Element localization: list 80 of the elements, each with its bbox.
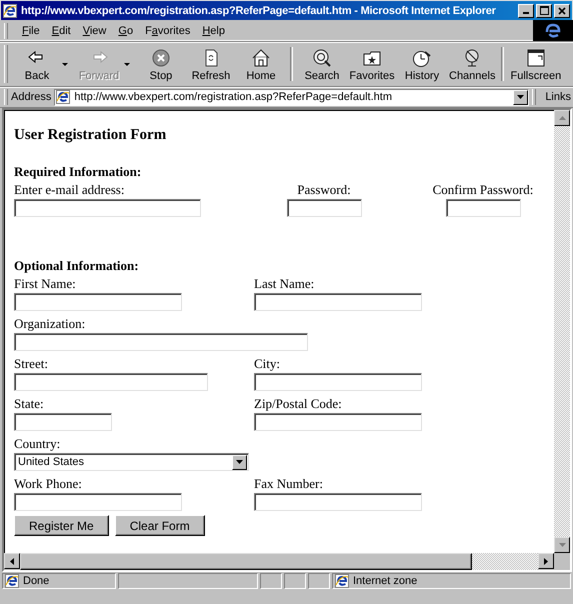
fullscreen-button[interactable]: Fullscreen — [508, 43, 564, 85]
clear-button[interactable]: Clear Form — [114, 515, 205, 536]
links-button[interactable]: Links — [539, 91, 573, 103]
scroll-left-button[interactable] — [4, 553, 20, 569]
up-arrow-icon — [558, 116, 566, 120]
input-field[interactable] — [14, 413, 112, 431]
field-label: Organization: — [14, 316, 86, 332]
page-icon — [5, 574, 19, 588]
field-label: Work Phone: — [14, 476, 82, 492]
scroll-right-button[interactable] — [538, 553, 554, 569]
menu-item[interactable]: File — [16, 22, 46, 38]
globe-icon — [335, 574, 349, 588]
search-button[interactable]: Search — [297, 43, 347, 85]
scrollbar-corner — [554, 553, 570, 570]
field-label: Zip/Postal Code: — [254, 396, 342, 412]
input-field[interactable] — [446, 199, 520, 217]
channels-button[interactable]: Channels — [447, 43, 498, 85]
address-field[interactable]: http://www.vbexpert.com/registration.asp?ReferPage=default.htm — [54, 88, 530, 106]
back-button[interactable]: Back — [12, 43, 62, 85]
section-heading: Optional Information: — [14, 258, 140, 274]
field-label: Last Name: — [254, 276, 314, 292]
scroll-down-button[interactable] — [554, 537, 570, 553]
scroll-up-button[interactable] — [554, 110, 570, 126]
browser-logo — [533, 20, 573, 41]
page-icon — [56, 90, 70, 104]
field-label: Fax Number: — [254, 476, 323, 492]
field-label: Country: — [14, 436, 60, 452]
close-icon — [558, 6, 566, 14]
maximize-icon — [540, 6, 548, 15]
down-arrow-icon — [558, 543, 566, 547]
menu-item[interactable]: Go — [112, 22, 140, 38]
close-button[interactable] — [554, 4, 570, 18]
input-field[interactable] — [254, 373, 422, 391]
section-heading: Required Information: — [14, 164, 142, 180]
form-heading: User Registration Form — [14, 127, 168, 144]
field-label: State: — [14, 396, 44, 412]
input-field[interactable] — [254, 493, 422, 511]
right-arrow-icon — [544, 558, 548, 564]
input-field[interactable] — [254, 293, 422, 311]
maximize-button[interactable] — [536, 4, 552, 18]
window-icon — [524, 48, 547, 68]
input-field[interactable] — [14, 333, 308, 351]
clock-icon — [411, 48, 433, 68]
menu-item[interactable]: Favorites — [139, 22, 196, 38]
input-field[interactable] — [254, 413, 422, 431]
home-button[interactable]: Home — [236, 43, 286, 85]
history-button[interactable]: History — [397, 43, 447, 85]
input-field[interactable] — [14, 493, 182, 511]
country-select[interactable]: United States — [14, 453, 249, 471]
left-arrow-icon — [10, 558, 14, 564]
field-label: City: — [254, 356, 280, 372]
menu-item[interactable]: View — [76, 22, 112, 38]
field-label: First Name: — [14, 276, 76, 292]
field-label: Enter e-mail address: — [14, 182, 124, 198]
horizontal-scrollbar[interactable] — [4, 553, 554, 570]
window-title: http://www.vbexpert.com/registration.asp?ReferPage=default.htm - Microsoft Internet Explorer — [21, 4, 497, 16]
input-field[interactable] — [14, 199, 201, 217]
house-icon — [250, 48, 272, 68]
submit-button[interactable]: Register Me — [14, 515, 109, 536]
stop-icon — [150, 48, 172, 68]
minimize-icon — [523, 12, 529, 14]
field-label: Street: — [14, 356, 48, 372]
field-label: Password: — [297, 182, 351, 198]
stop-button[interactable]: Stop — [136, 43, 186, 85]
field-label: Confirm Password: — [432, 182, 534, 198]
menu-item[interactable]: Edit — [46, 22, 77, 38]
scroll-thumb[interactable] — [20, 553, 472, 570]
vertical-scrollbar[interactable] — [554, 110, 570, 553]
refresh-button[interactable]: Refresh — [186, 43, 236, 85]
page-icon — [3, 4, 17, 18]
status-text: Done — [2, 573, 116, 589]
minimize-button[interactable] — [518, 4, 534, 18]
zone-indicator: Internet zone — [332, 573, 571, 589]
menu-item[interactable]: Help — [196, 22, 231, 38]
favorites-button[interactable]: Favorites — [347, 43, 397, 85]
search-icon — [311, 48, 333, 68]
input-field[interactable] — [286, 199, 362, 217]
input-field[interactable] — [14, 293, 182, 311]
input-field[interactable] — [14, 373, 208, 391]
address-label: Address — [11, 91, 52, 103]
